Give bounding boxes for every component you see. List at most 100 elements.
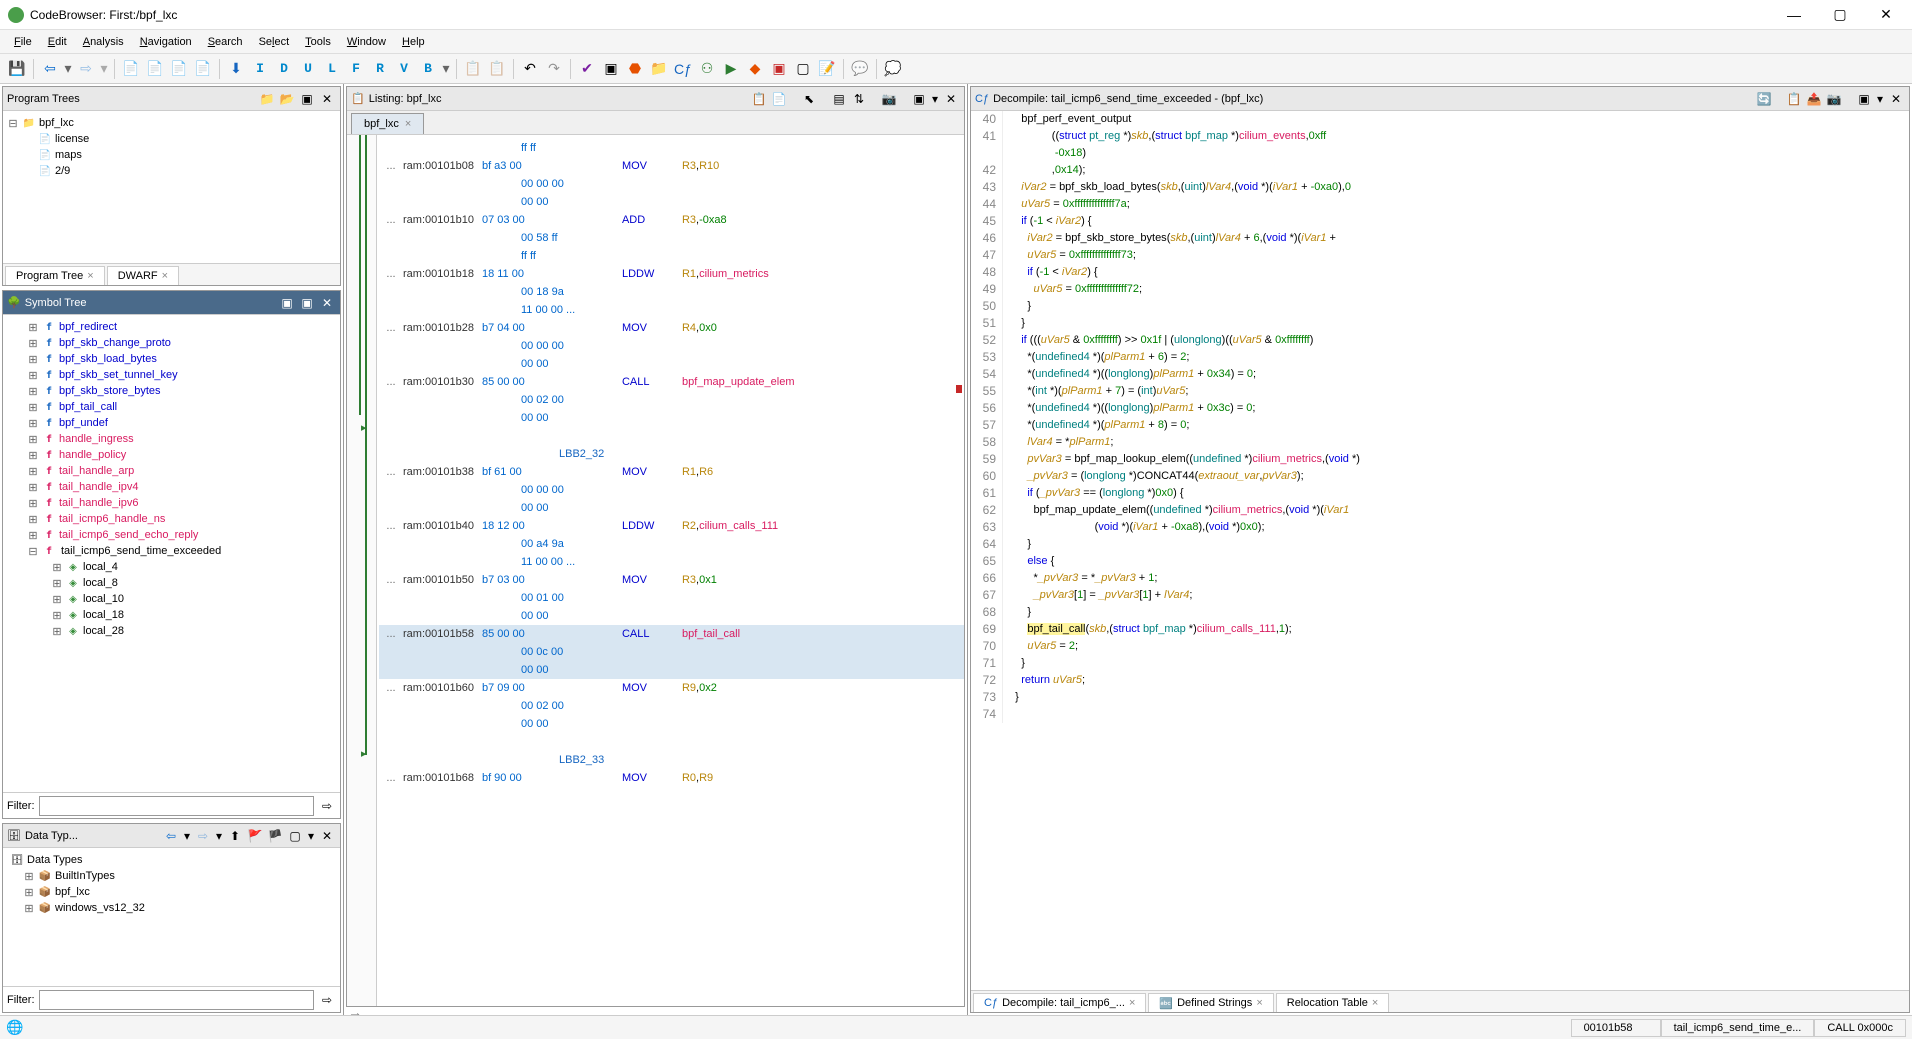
graph-icon[interactable]: ⚇ bbox=[696, 58, 718, 80]
st-icon-2[interactable]: ▣ bbox=[298, 294, 316, 312]
check-icon[interactable]: ✔ bbox=[576, 58, 598, 80]
tab-relocation[interactable]: Relocation Table× bbox=[1276, 993, 1390, 1012]
pt-folder2-icon[interactable]: 📂 bbox=[278, 90, 296, 108]
menu-select[interactable]: Select bbox=[251, 34, 298, 50]
snapshot-icon[interactable]: 📷 bbox=[880, 90, 898, 108]
run-icon[interactable]: ▶ bbox=[720, 58, 742, 80]
tool-icon-3[interactable]: 📄 bbox=[168, 58, 190, 80]
dt-fwd-drop[interactable]: ▾ bbox=[214, 827, 224, 845]
square-icon[interactable]: ◆ bbox=[744, 58, 766, 80]
copy-icon[interactable]: 📋 bbox=[750, 90, 768, 108]
pt-menu-icon[interactable]: ▣ bbox=[298, 90, 316, 108]
letter-i[interactable]: I bbox=[249, 58, 271, 80]
symbol-function[interactable]: ⊞ftail_icmp6_send_echo_reply bbox=[7, 527, 336, 543]
menu-analysis[interactable]: Analysis bbox=[75, 34, 132, 50]
tree-item[interactable]: 📄2/9 bbox=[7, 163, 336, 179]
forward-button[interactable]: ⇨ bbox=[75, 58, 97, 80]
folder-icon[interactable]: 📁 bbox=[648, 58, 670, 80]
layout-drop[interactable]: ▾ bbox=[930, 90, 940, 108]
dt-back-drop[interactable]: ▾ bbox=[182, 827, 192, 845]
dc-close-icon[interactable]: ✕ bbox=[1887, 90, 1905, 108]
chat-icon[interactable]: 💭 bbox=[882, 58, 904, 80]
pt-folder-icon[interactable]: 📁 bbox=[258, 90, 276, 108]
note-icon[interactable]: 📝 bbox=[816, 58, 838, 80]
chip-icon[interactable]: ▣ bbox=[600, 58, 622, 80]
paste-icon[interactable]: 📄 bbox=[770, 90, 788, 108]
fields-icon[interactable]: ▤ bbox=[830, 90, 848, 108]
cursor-icon[interactable]: ⬉ bbox=[800, 90, 818, 108]
bubble-icon[interactable]: 💬 bbox=[849, 58, 871, 80]
symbol-function[interactable]: ⊞fbpf_skb_change_proto bbox=[7, 335, 336, 351]
close-icon[interactable]: × bbox=[162, 270, 168, 282]
menu-edit[interactable]: Edit bbox=[40, 34, 75, 50]
symbol-local[interactable]: ⊞◈local_8 bbox=[7, 575, 336, 591]
dt-back-icon[interactable]: ⇦ bbox=[162, 827, 180, 845]
dt-view-icon[interactable]: ▢ bbox=[286, 827, 304, 845]
symbol-function[interactable]: ⊞fhandle_policy bbox=[7, 447, 336, 463]
tab-program-tree[interactable]: Program Tree× bbox=[5, 266, 105, 285]
refresh-icon[interactable]: 🔄 bbox=[1755, 90, 1773, 108]
marker-icon[interactable] bbox=[956, 385, 962, 393]
dt-close-icon[interactable]: ✕ bbox=[318, 827, 336, 845]
tool-icon-2[interactable]: 📄 bbox=[144, 58, 166, 80]
down-arrow-icon[interactable]: ⬇ bbox=[225, 58, 247, 80]
symbol-function[interactable]: ⊞fbpf_undef bbox=[7, 415, 336, 431]
menu-search[interactable]: Search bbox=[200, 34, 251, 50]
listing-tab[interactable]: bpf_lxc× bbox=[351, 113, 424, 134]
symbol-function[interactable]: ⊞fbpf_skb_set_tunnel_key bbox=[7, 367, 336, 383]
bookmark-icon[interactable]: ⬣ bbox=[624, 58, 646, 80]
dc-drop[interactable]: ▾ bbox=[1875, 90, 1885, 108]
close-icon[interactable]: × bbox=[405, 118, 411, 130]
symbol-function[interactable]: ⊞fbpf_tail_call bbox=[7, 399, 336, 415]
clipboard-icon-1[interactable]: 📋 bbox=[462, 58, 484, 80]
data-types-tree[interactable]: 🗄Data Types ⊞📦BuiltInTypes ⊞📦bpf_lxc ⊞📦w… bbox=[3, 848, 340, 986]
tab-decompile[interactable]: CƒDecompile: tail_icmp6_...× bbox=[973, 993, 1146, 1012]
dc-copy-icon[interactable]: 📋 bbox=[1785, 90, 1803, 108]
dc-snap-icon[interactable]: 📷 bbox=[1825, 90, 1843, 108]
letter-d[interactable]: D bbox=[273, 58, 295, 80]
datatypes-filter-input[interactable] bbox=[39, 990, 315, 1010]
symbol-tree[interactable]: ⊞fbpf_redirect⊞fbpf_skb_change_proto⊞fbp… bbox=[3, 315, 340, 792]
close-icon[interactable]: × bbox=[1372, 997, 1378, 1009]
dt-item[interactable]: ⊞📦windows_vs12_32 bbox=[7, 900, 336, 916]
symbol-function-selected[interactable]: ⊟ftail_icmp6_send_time_exceeded bbox=[7, 543, 336, 559]
letter-v[interactable]: V bbox=[393, 58, 415, 80]
symbol-function[interactable]: ⊞fhandle_ingress bbox=[7, 431, 336, 447]
back-dropdown[interactable]: ▾ bbox=[63, 58, 73, 80]
dt-fwd-icon[interactable]: ⇨ bbox=[194, 827, 212, 845]
dt-root[interactable]: 🗄Data Types bbox=[7, 852, 336, 868]
tab-defined-strings[interactable]: 🔤Defined Strings× bbox=[1148, 993, 1273, 1012]
menu-tools[interactable]: Tools bbox=[297, 34, 339, 50]
symbol-function[interactable]: ⊞ftail_handle_arp bbox=[7, 463, 336, 479]
symbol-local[interactable]: ⊞◈local_10 bbox=[7, 591, 336, 607]
tree-root[interactable]: ⊟📁bpf_lxc bbox=[7, 115, 336, 131]
minimize-button[interactable]: — bbox=[1780, 5, 1808, 25]
st-close-icon[interactable]: ✕ bbox=[318, 294, 336, 312]
filter-go-icon[interactable]: ⇨ bbox=[318, 797, 336, 815]
dt-item[interactable]: ⊞📦bpf_lxc bbox=[7, 884, 336, 900]
letter-u[interactable]: U bbox=[297, 58, 319, 80]
symbol-function[interactable]: ⊞ftail_handle_ipv6 bbox=[7, 495, 336, 511]
filter-go-icon[interactable]: ⇨ bbox=[318, 991, 336, 1009]
decompile-view[interactable]: 40 bpf_perf_event_output41 ((struct pt_r… bbox=[971, 111, 1909, 990]
listing-close-icon[interactable]: ✕ bbox=[942, 90, 960, 108]
menu-file[interactable]: File bbox=[6, 34, 40, 50]
back-button[interactable]: ⇦ bbox=[39, 58, 61, 80]
symbol-function[interactable]: ⊞fbpf_skb_store_bytes bbox=[7, 383, 336, 399]
symbol-function[interactable]: ⊞ftail_icmp6_handle_ns bbox=[7, 511, 336, 527]
tree-item[interactable]: 📄maps bbox=[7, 147, 336, 163]
st-icon-1[interactable]: ▣ bbox=[278, 294, 296, 312]
tool-icon-1[interactable]: 📄 bbox=[120, 58, 142, 80]
menu-navigation[interactable]: Navigation bbox=[132, 34, 200, 50]
dt-drop-icon[interactable]: ▾ bbox=[306, 827, 316, 845]
close-icon[interactable]: × bbox=[1129, 997, 1135, 1009]
letter-b[interactable]: B bbox=[417, 58, 439, 80]
letter-f[interactable]: F bbox=[345, 58, 367, 80]
cf-icon[interactable]: Cƒ bbox=[672, 58, 694, 80]
pt-close-icon[interactable]: ✕ bbox=[318, 90, 336, 108]
close-icon[interactable]: × bbox=[1256, 997, 1262, 1009]
symbol-local[interactable]: ⊞◈local_28 bbox=[7, 623, 336, 639]
letter-dropdown[interactable]: ▾ bbox=[441, 58, 451, 80]
dc-export-icon[interactable]: 📤 bbox=[1805, 90, 1823, 108]
close-button[interactable]: ✕ bbox=[1872, 5, 1900, 25]
